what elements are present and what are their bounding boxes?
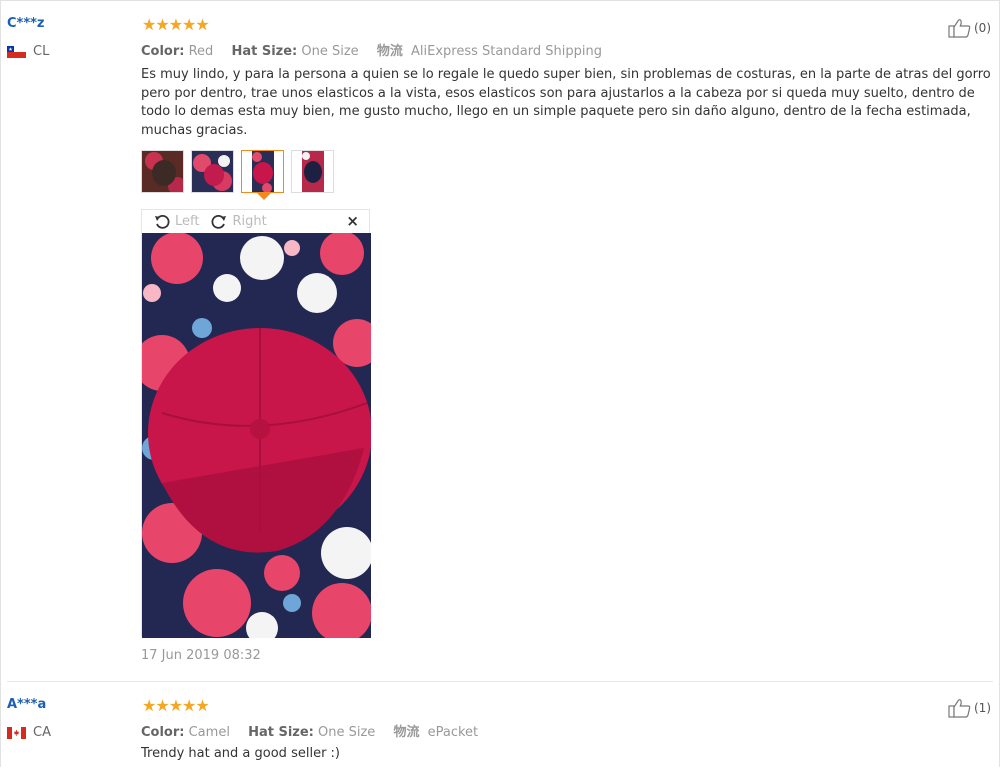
thumbs-up-icon — [948, 699, 971, 718]
shipping-value: AliExpress Standard Shipping — [410, 44, 602, 59]
photo-thumbnail[interactable] — [191, 150, 234, 193]
color-label: Color: — [141, 44, 185, 59]
review-attributes: Color: Camel Hat Size: One Size 物流 ePack… — [141, 721, 492, 740]
color-value: Camel — [188, 725, 230, 740]
hat-size-value: One Size — [301, 44, 359, 59]
selected-thumbnail-pointer — [257, 193, 271, 200]
hat-size-value: One Size — [318, 725, 376, 740]
review-text: Trendy hat and a good seller :) — [141, 746, 340, 761]
shipping-value: ePacket — [427, 725, 479, 740]
flag-ca-icon — [7, 726, 26, 739]
rotate-left-label: Left — [175, 214, 200, 229]
reviewer-name[interactable]: A***a — [7, 697, 46, 712]
helpful-button[interactable]: (1) — [948, 698, 991, 718]
reviewer-name[interactable]: C***z — [7, 16, 45, 31]
photo-viewer-toolbar: Left Right × — [142, 210, 369, 233]
photo-thumbnail[interactable] — [141, 150, 184, 193]
color-label: Color: — [141, 725, 185, 740]
review-attributes: Color: Red Hat Size: One Size 物流 AliExpr… — [141, 40, 616, 59]
country-code: CL — [33, 44, 50, 59]
rotate-left-icon — [155, 214, 170, 229]
helpful-count: (0) — [974, 21, 991, 35]
photo-thumbnail-selected[interactable] — [241, 150, 284, 193]
review-text: Es muy lindo, y para la persona a quien … — [141, 67, 991, 138]
star-rating: ★★★★★ — [142, 15, 210, 34]
photo-thumbnail[interactable] — [291, 150, 334, 193]
reviewer-country: CL — [7, 44, 49, 59]
rotate-right-icon — [212, 214, 227, 229]
reviewer-country: CA — [7, 725, 51, 740]
review-photo-large — [142, 233, 371, 638]
shipping-label: 物流 — [376, 44, 403, 59]
hat-size-label: Hat Size: — [248, 725, 314, 740]
helpful-button[interactable]: (0) — [948, 18, 991, 38]
star-rating: ★★★★★ — [142, 696, 210, 715]
rotate-right-button[interactable]: Right — [211, 214, 267, 230]
country-code: CA — [33, 725, 51, 740]
close-icon[interactable]: × — [346, 212, 359, 230]
review-date: 17 Jun 2019 08:32 — [141, 648, 261, 663]
rotate-left-button[interactable]: Left — [154, 214, 199, 230]
helpful-count: (1) — [974, 701, 991, 715]
thumbs-up-icon — [948, 19, 971, 38]
shipping-label: 物流 — [393, 725, 420, 740]
review-photo-thumbnails — [141, 150, 341, 193]
flag-cl-icon — [7, 45, 26, 58]
photo-viewer: Left Right × — [141, 209, 371, 638]
review-divider — [7, 681, 993, 682]
hat-size-label: Hat Size: — [231, 44, 298, 59]
rotate-right-label: Right — [232, 214, 267, 229]
color-value: Red — [188, 44, 214, 59]
